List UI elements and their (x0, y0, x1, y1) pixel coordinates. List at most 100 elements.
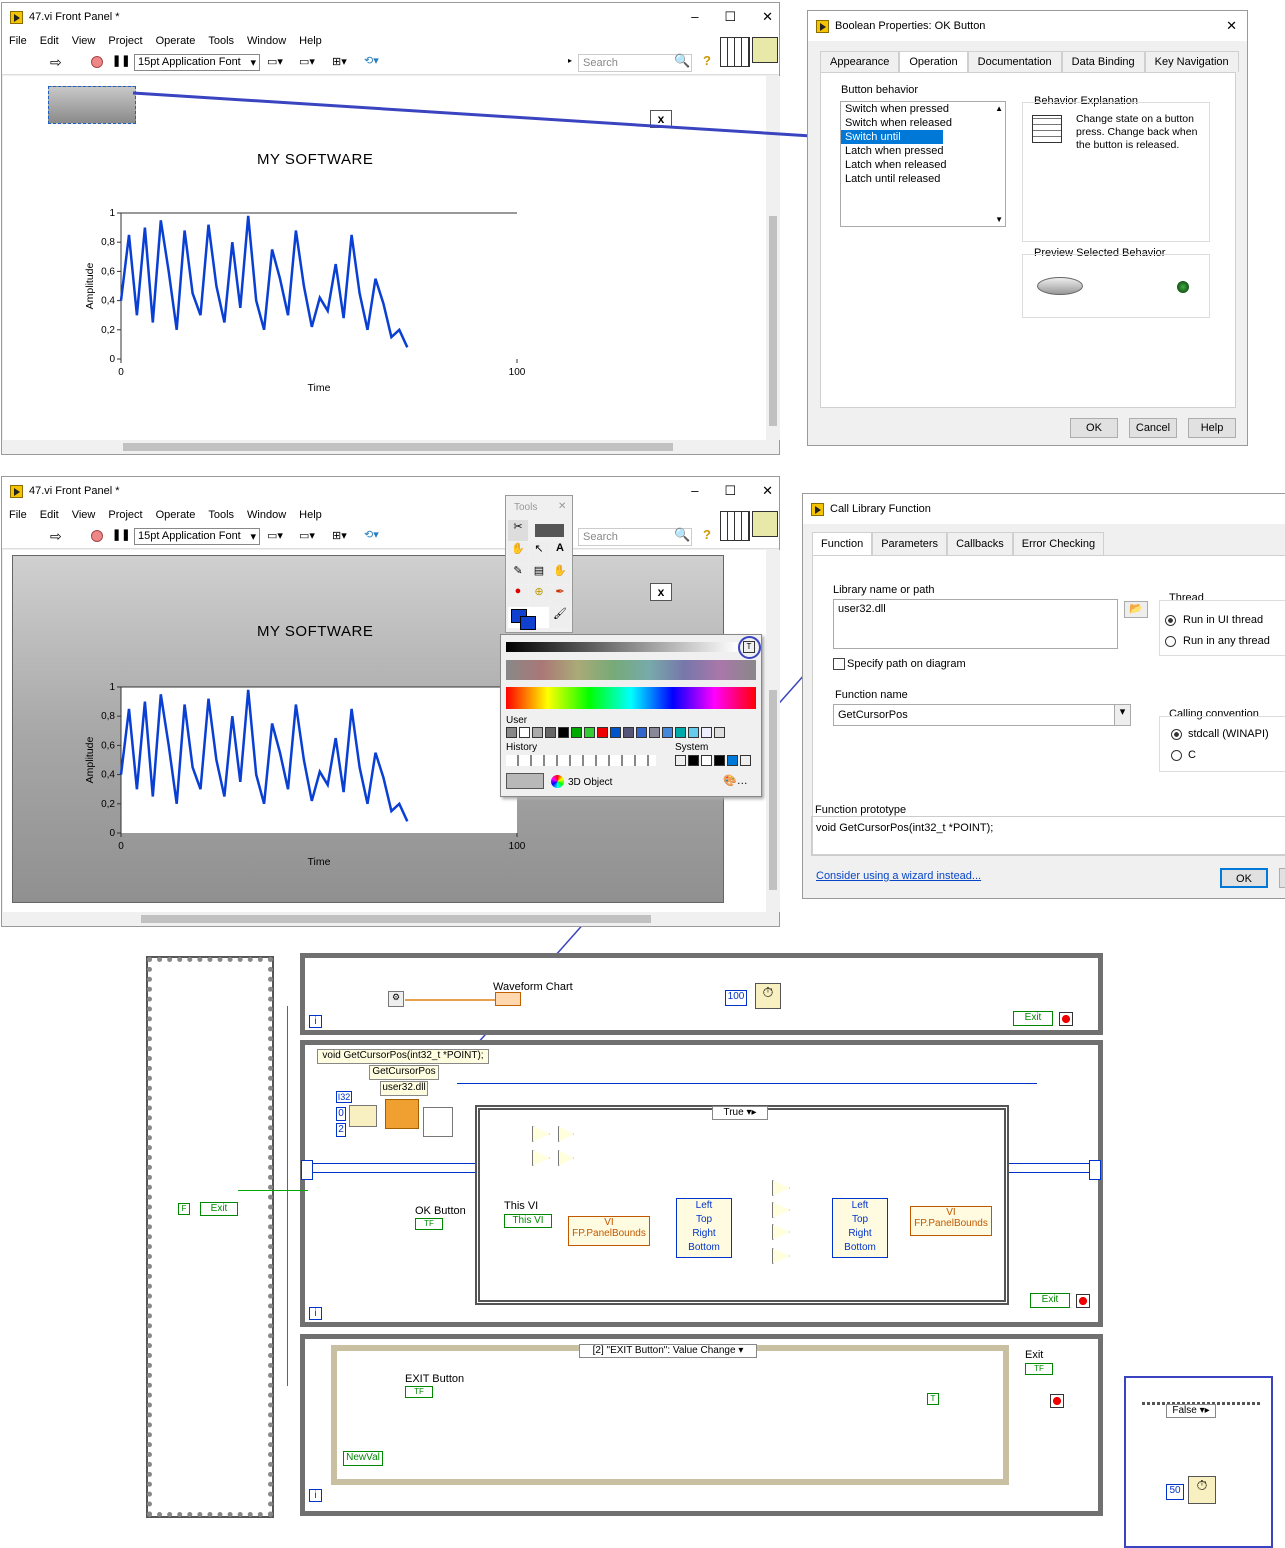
brush-icon[interactable]: 🖌 (550, 607, 570, 628)
close-icon[interactable]: ✕ (762, 483, 773, 499)
specify-path-checkbox[interactable] (833, 658, 845, 670)
tab-documentation[interactable]: Documentation (967, 51, 1062, 72)
radio-any-thread[interactable] (1165, 636, 1176, 647)
probe-tool-icon[interactable]: ⊕ (529, 585, 549, 607)
iteration-terminal: i (309, 1489, 322, 1502)
grayscale-bar[interactable] (506, 642, 738, 652)
menu-project[interactable]: Project (108, 509, 142, 521)
color-wheel-icon[interactable] (551, 775, 564, 788)
minimize-icon[interactable]: – (691, 483, 698, 499)
behavior-option[interactable]: Switch when released (841, 116, 1005, 130)
operation-tab-body: Button behavior Switch when pressed Swit… (820, 72, 1236, 408)
scroll-tool-icon[interactable]: ✋ (550, 563, 570, 585)
radio-ui-thread[interactable] (1165, 615, 1176, 626)
menu-edit[interactable]: Edit (40, 509, 59, 521)
menu-help[interactable]: Help (299, 509, 322, 521)
label-tool-icon[interactable]: A (550, 541, 570, 563)
abort-icon[interactable] (91, 530, 103, 542)
dropdown-icon[interactable]: ▾ (1114, 705, 1130, 725)
current-color-swatch[interactable] (506, 773, 544, 789)
add-node-1 (772, 1180, 790, 1196)
pause-icon[interactable]: ❚❚ (112, 528, 130, 541)
behavior-option[interactable]: Latch when pressed (841, 144, 1005, 158)
spectrum-bar[interactable] (506, 687, 756, 709)
user-swatches[interactable] (506, 727, 725, 738)
menu-window[interactable]: Window (247, 509, 286, 521)
call-library-node (385, 1099, 419, 1129)
radio-c[interactable] (1171, 750, 1182, 761)
initialize-array-icon (349, 1105, 377, 1127)
function-name-select[interactable]: GetCursorPos ▾ (833, 704, 1131, 726)
vi-icon (752, 511, 778, 537)
help-button[interactable]: Help (1188, 418, 1236, 438)
behavior-option[interactable]: Switch when pressed (841, 102, 1005, 116)
run-arrow-icon[interactable]: ⇨ (50, 528, 62, 545)
close-icon[interactable]: ✕ (1226, 18, 1237, 34)
cancel-button[interactable]: Cancel (1129, 418, 1177, 438)
tab-key-navigation[interactable]: Key Navigation (1144, 51, 1239, 72)
behavior-option-selected[interactable]: Switch until released (841, 130, 943, 155)
reorder-icon[interactable]: ⟲▾ (364, 528, 379, 541)
library-path-input[interactable]: user32.dll (833, 599, 1118, 649)
ok-button[interactable]: OK (1220, 868, 1268, 888)
color-copy-icon[interactable]: ✒ (550, 585, 570, 607)
cancel-button-partial[interactable] (1279, 868, 1285, 888)
behavior-list[interactable]: Switch when pressed Switch when released… (840, 101, 1006, 227)
radio-stdcall[interactable] (1171, 729, 1182, 740)
vertical-scrollbar[interactable] (766, 550, 780, 912)
labview-logo-icon (816, 19, 829, 33)
behavior-option[interactable]: Latch when released (841, 158, 1005, 172)
tab-parameters[interactable]: Parameters (872, 532, 948, 555)
help-icon[interactable]: ? (703, 527, 711, 542)
system-swatches[interactable] (675, 755, 751, 766)
case-selector[interactable]: True ▾▸ (712, 1106, 768, 1120)
operate-tool-icon[interactable]: ✋ (508, 541, 528, 563)
tab-appearance[interactable]: Appearance (820, 51, 900, 72)
tab-data-binding[interactable]: Data Binding (1061, 51, 1145, 72)
maximize-icon[interactable]: ☐ (724, 483, 736, 499)
const-2: 2 (336, 1123, 346, 1137)
tab-function[interactable]: Function (812, 532, 873, 555)
horizontal-scrollbar[interactable] (3, 912, 766, 926)
breakpoint-tool-icon[interactable]: ● (508, 585, 528, 607)
menu-tools[interactable]: Tools (208, 509, 234, 521)
tab-callbacks[interactable]: Callbacks (947, 532, 1013, 555)
font-select[interactable]: 15pt Application Font ▾ (134, 528, 260, 545)
preview-button-icon[interactable] (1037, 277, 1083, 295)
menu-view[interactable]: View (72, 509, 96, 521)
scroll-down-icon[interactable]: ▼ (995, 215, 1003, 224)
resize-icon[interactable]: ⊞▾ (332, 529, 347, 542)
auto-select-icon[interactable] (535, 524, 564, 537)
menu-file[interactable]: File (9, 509, 27, 521)
case-selector-false[interactable]: False ▾▸ (1166, 1404, 1216, 1418)
muted-color-bar[interactable] (506, 660, 756, 680)
event-selector[interactable]: [2] "EXIT Button": Value Change ▾ (579, 1344, 757, 1358)
tab-operation[interactable]: Operation (899, 51, 968, 72)
behavior-option[interactable]: Latch until released (841, 172, 1005, 186)
distribute-icon[interactable]: ▭▾ (299, 529, 315, 542)
color-tool-icon[interactable] (508, 607, 549, 631)
tab-error-checking[interactable]: Error Checking (1012, 532, 1105, 555)
align-icon[interactable]: ▭▾ (267, 529, 283, 542)
prototype-note: void GetCursorPos(int32_t *POINT); (317, 1049, 489, 1064)
x-button[interactable]: x (650, 583, 672, 601)
auto-tool-icon[interactable]: ✂ (508, 520, 528, 541)
scroll-up-icon[interactable]: ▲ (995, 104, 1003, 113)
exit-label: Exit (1025, 1349, 1044, 1361)
folder-icon[interactable]: 📂 (1124, 601, 1148, 618)
page-title: MY SOFTWARE (257, 623, 374, 640)
palette-close-icon[interactable]: ✕ (558, 501, 566, 512)
history-swatches[interactable] (506, 755, 656, 766)
position-tool-icon[interactable]: ↖ (529, 541, 549, 563)
more-colors-icon[interactable]: 🎨… (723, 774, 748, 787)
menu-operate[interactable]: Operate (156, 509, 196, 521)
dialog-title-bar: Boolean Properties: OK Button ✕ (808, 11, 1247, 41)
lib-note: user32.dll (380, 1081, 428, 1096)
wizard-link[interactable]: Consider using a wizard instead... (816, 870, 981, 882)
add-node-3 (772, 1224, 790, 1240)
search-icon[interactable]: 🔍 (674, 527, 690, 543)
wire-tool-icon[interactable]: ✎ (508, 563, 528, 585)
cc-group (1159, 716, 1285, 772)
shortcut-tool-icon[interactable]: ▤ (529, 563, 549, 585)
ok-button[interactable]: OK (1070, 418, 1118, 438)
